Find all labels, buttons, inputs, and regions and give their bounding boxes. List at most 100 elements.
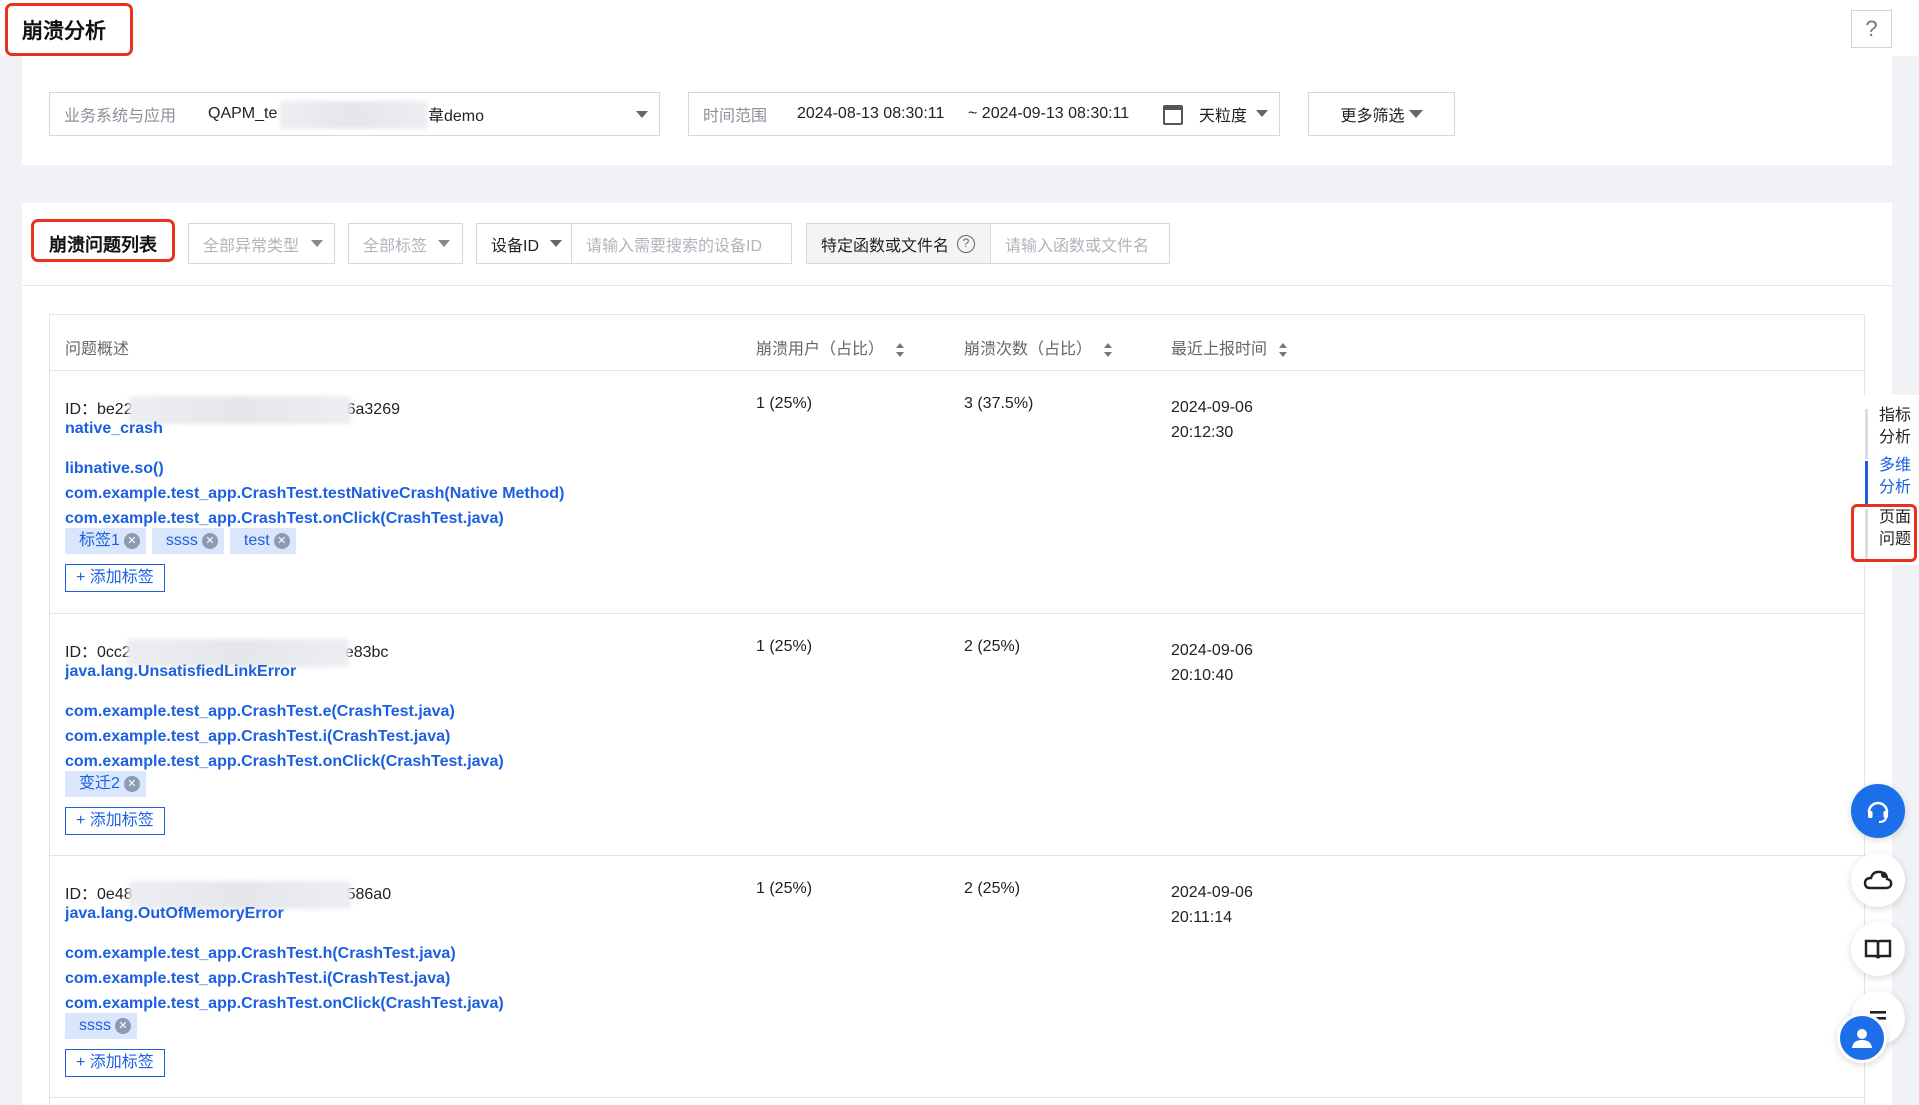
toolbar-divider: [22, 285, 1892, 286]
crash-users-value: 1 (25%): [756, 638, 813, 655]
issue-id-suffix: e83bc: [344, 644, 389, 661]
tag-chip[interactable]: ssss ✕: [65, 1013, 137, 1039]
calendar-icon[interactable]: [1163, 105, 1183, 125]
last-report-time: 2024-09-06 20:12:30: [1171, 395, 1253, 445]
crash-users-value: 1 (25%): [756, 395, 813, 412]
issue-id-suffix: 6a3269: [346, 401, 400, 418]
filter-funnel-icon: [1408, 110, 1423, 118]
time-range-picker[interactable]: 时间范围 2024-08-13 08:30:11 ~ 2024-09-13 08…: [688, 92, 1280, 136]
list-title: 崩溃问题列表: [49, 235, 157, 255]
stack-trace[interactable]: libnative.so() com.example.test_app.Cras…: [65, 456, 564, 531]
close-icon[interactable]: ✕: [273, 533, 290, 549]
column-users-label: 崩溃用户（占比）: [756, 341, 885, 358]
last-report-date: 2024-09-06: [1171, 884, 1253, 901]
docs-button[interactable]: [1851, 922, 1905, 976]
close-icon[interactable]: ✕: [201, 533, 218, 549]
column-users[interactable]: 崩溃用户（占比）: [756, 335, 905, 359]
tag-list: 标签1 ✕ ssss ✕ test ✕: [65, 528, 296, 554]
close-icon[interactable]: ✕: [123, 776, 140, 792]
table-row[interactable]: ID：0cc2 e83bc java.lang.UnsatisfiedLinkEr…: [50, 614, 1864, 856]
tag-label: 变迁2: [79, 775, 120, 792]
side-nav-indicator: [1865, 409, 1868, 459]
more-filters-button[interactable]: 更多筛选: [1308, 92, 1455, 136]
chevron-down-icon: [1256, 110, 1268, 117]
device-field-select[interactable]: 设备ID: [476, 223, 572, 264]
sort-icon[interactable]: [896, 342, 905, 357]
side-nav-item-metrics[interactable]: 指标 分析: [1875, 405, 1915, 449]
add-tag-button[interactable]: + 添加标签: [65, 807, 165, 835]
add-tag-button[interactable]: + 添加标签: [65, 564, 165, 592]
close-icon[interactable]: ✕: [123, 533, 140, 549]
last-report-clock: 20:11:14: [1171, 909, 1233, 926]
stack-frame[interactable]: libnative.so(): [65, 456, 564, 481]
tag-list: ssss ✕: [65, 1013, 137, 1039]
sort-icon[interactable]: [1104, 342, 1113, 357]
exception-type-value: 全部异常类型: [203, 237, 300, 255]
tag-chip[interactable]: ssss ✕: [151, 528, 224, 554]
close-icon[interactable]: ✕: [115, 1018, 131, 1034]
issue-id-prefix: ID：0cc2: [65, 644, 131, 661]
issue-id-prefix: ID：0e48: [65, 886, 133, 903]
function-filter-placeholder: 请输入函数或文件名: [1005, 237, 1150, 255]
headset-icon: [1867, 801, 1889, 823]
exception-type-link[interactable]: java.lang.UnsatisfiedLinkError: [65, 663, 296, 681]
tag-label: ssss: [79, 1017, 111, 1034]
chevron-down-icon: [550, 240, 562, 247]
sort-icon[interactable]: [1279, 342, 1288, 357]
stack-trace[interactable]: com.example.test_app.CrashTest.e(CrashTe…: [65, 699, 504, 774]
account-button[interactable]: [1837, 1013, 1887, 1063]
column-last-time[interactable]: 最近上报时间: [1171, 335, 1288, 359]
exception-type-select[interactable]: 全部异常类型: [188, 223, 335, 264]
app-select-label: 业务系统与应用: [64, 108, 177, 125]
device-id-input[interactable]: 请输入需要搜索的设备ID: [571, 223, 792, 264]
help-button[interactable]: ?: [1851, 10, 1892, 48]
time-range-label: 时间范围: [703, 108, 768, 125]
column-count[interactable]: 崩溃次数（占比）: [964, 335, 1113, 359]
issue-id-suffix: 586a0: [346, 886, 392, 903]
side-nav-highlight-box: [1851, 504, 1917, 562]
chevron-down-icon: [311, 240, 323, 247]
page-title: 崩溃分析: [22, 20, 106, 43]
stack-frame[interactable]: com.example.test_app.CrashTest.testNativ…: [65, 481, 564, 506]
table-row[interactable]: ID：0e48 586a0 java.lang.OutOfMemoryError …: [50, 856, 1864, 1098]
stack-trace[interactable]: com.example.test_app.CrashTest.h(CrashTe…: [65, 941, 504, 1016]
device-id-placeholder: 请输入需要搜索的设备ID: [586, 237, 763, 255]
stack-frame[interactable]: com.example.test_app.CrashTest.h(CrashTe…: [65, 941, 504, 966]
device-field-value: 设备ID: [491, 237, 540, 255]
user-icon: [1852, 1029, 1872, 1048]
last-report-clock: 20:10:40: [1171, 667, 1234, 684]
support-button[interactable]: [1851, 784, 1905, 838]
table-row[interactable]: ID：be22 6a3269 native_crash libnative.so(…: [50, 371, 1864, 614]
time-range-end: ~ 2024-09-13 08:30:11: [968, 105, 1130, 122]
tag-chip[interactable]: 标签1 ✕: [65, 528, 146, 554]
crash-count-value: 3 (37.5%): [964, 395, 1034, 412]
function-filter-label: 特定函数或文件名: [821, 237, 950, 255]
tag-chip[interactable]: 变迁2 ✕: [65, 771, 146, 797]
side-nav-item-multidim[interactable]: 多维 分析: [1875, 455, 1915, 499]
cloud-button[interactable]: [1851, 853, 1905, 907]
question-circle-icon[interactable]: ?: [957, 235, 975, 253]
function-filter-input[interactable]: 请输入函数或文件名: [990, 223, 1170, 264]
stack-frame[interactable]: com.example.test_app.CrashTest.e(CrashTe…: [65, 699, 504, 724]
granularity-select[interactable]: 天粒度: [1199, 102, 1247, 126]
redacted-mask: [280, 101, 428, 129]
time-range-start: 2024-08-13 08:30:11: [797, 105, 945, 122]
tag-list: 变迁2 ✕: [65, 771, 146, 797]
last-report-clock: 20:12:30: [1171, 424, 1234, 441]
book-icon: [1864, 939, 1892, 959]
crash-users-value: 1 (25%): [756, 880, 813, 897]
tag-label: ssss: [165, 532, 198, 549]
add-tag-button[interactable]: + 添加标签: [65, 1049, 165, 1077]
tag-chip[interactable]: test ✕: [229, 528, 296, 554]
exception-type-link[interactable]: native_crash: [65, 420, 163, 438]
stack-frame[interactable]: com.example.test_app.CrashTest.i(CrashTe…: [65, 724, 504, 749]
side-nav-item-line: 分析: [1878, 479, 1911, 496]
stack-frame[interactable]: com.example.test_app.CrashTest.i(CrashTe…: [65, 966, 504, 991]
side-nav-item-line: 多维: [1878, 457, 1911, 474]
function-filter-label-box: 特定函数或文件名 ?: [806, 223, 991, 264]
tag-select[interactable]: 全部标签: [348, 223, 463, 264]
exception-type-link[interactable]: java.lang.OutOfMemoryError: [65, 905, 284, 923]
column-summary: 问题概述: [65, 341, 130, 358]
app-select[interactable]: 业务系统与应用 QAPM_te 韋demo: [49, 92, 660, 136]
issue-id-prefix: ID：be22: [65, 401, 133, 418]
